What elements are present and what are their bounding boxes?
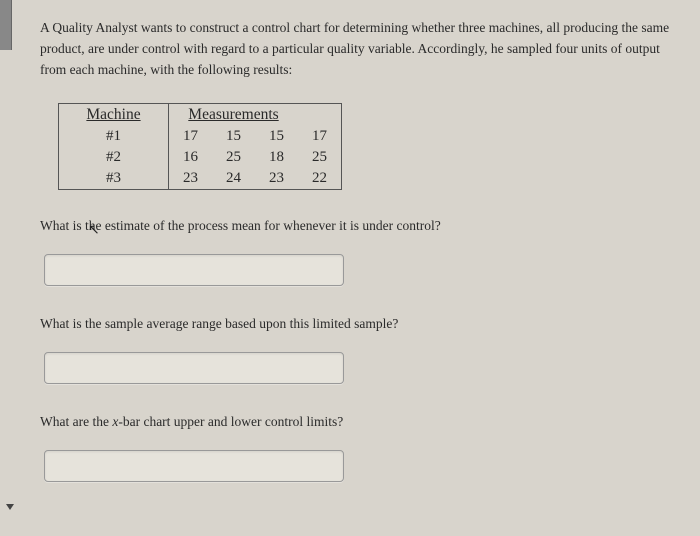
row2-m4: 25 <box>298 147 342 168</box>
row3-m3: 23 <box>255 168 298 190</box>
row2-m3: 18 <box>255 147 298 168</box>
answer-input-1[interactable] <box>44 254 344 286</box>
row1-m3: 15 <box>255 126 298 147</box>
dropdown-caret-icon[interactable] <box>6 504 14 510</box>
row2-m2: 25 <box>212 147 255 168</box>
header-measurements: Measurements <box>169 103 299 126</box>
q3-pre: What are the <box>40 414 112 429</box>
row3-m2: 24 <box>212 168 255 190</box>
answer-input-2[interactable] <box>44 352 344 384</box>
row1-label: #1 <box>59 126 169 147</box>
measurements-table: Machine Measurements #1 17 15 15 17 #2 1… <box>58 103 672 190</box>
row1-m2: 15 <box>212 126 255 147</box>
question-1: What is the estimate of the process mean… <box>40 218 672 234</box>
row1-m4: 17 <box>298 126 342 147</box>
row3-m1: 23 <box>169 168 213 190</box>
question-3: What are the x-bar chart upper and lower… <box>40 414 672 430</box>
row3-label: #3 <box>59 168 169 190</box>
problem-statement: A Quality Analyst wants to construct a c… <box>40 18 672 81</box>
header-spacer <box>298 103 342 126</box>
row1-m1: 17 <box>169 126 213 147</box>
answer-input-3[interactable] <box>44 450 344 482</box>
row3-m4: 22 <box>298 168 342 190</box>
row2-label: #2 <box>59 147 169 168</box>
header-machine: Machine <box>59 103 169 126</box>
row2-m1: 16 <box>169 147 213 168</box>
page-left-marker <box>0 0 12 50</box>
question-2: What is the sample average range based u… <box>40 316 672 332</box>
q3-post: -bar chart upper and lower control limit… <box>118 414 343 429</box>
